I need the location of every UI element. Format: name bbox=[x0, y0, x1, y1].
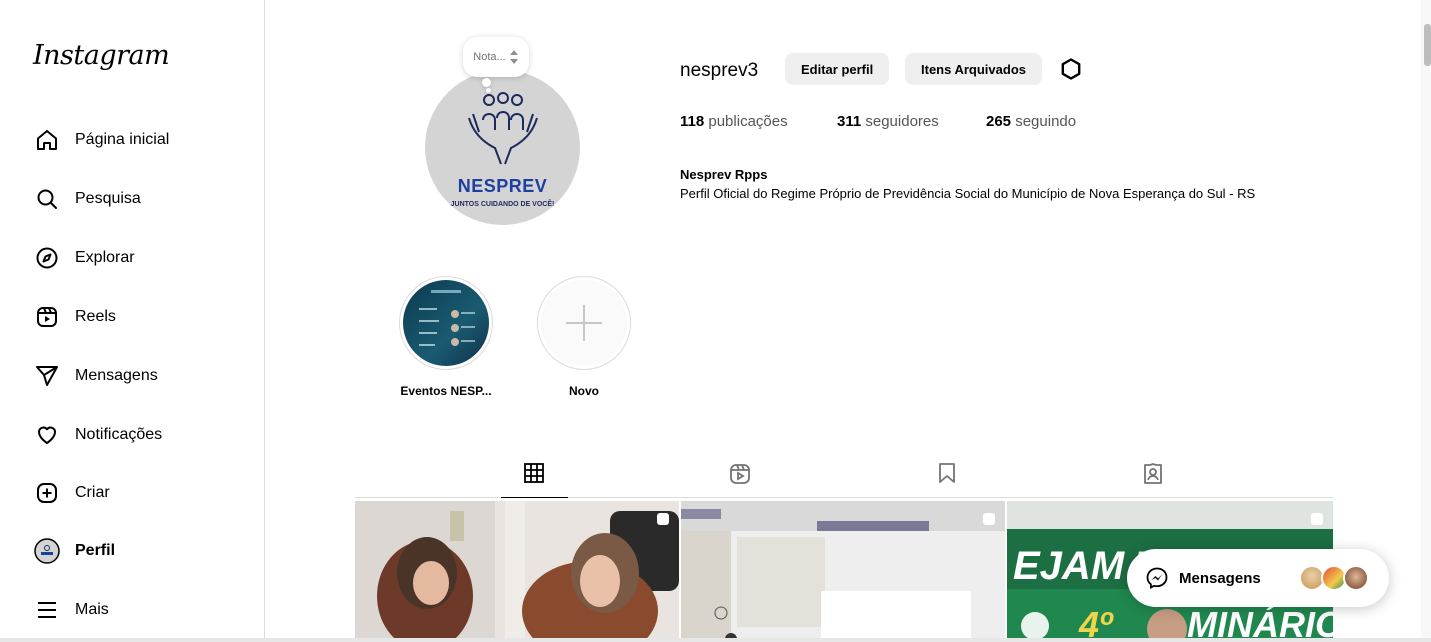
sidebar: Instagram Página inicial Pesquisa Explor… bbox=[0, 0, 265, 642]
sidebar-item-notifications[interactable]: Notificações bbox=[20, 411, 250, 459]
tab-active-indicator bbox=[501, 497, 568, 498]
heart-icon bbox=[32, 420, 62, 450]
highlight-ring bbox=[399, 276, 493, 370]
posts-label: publicações bbox=[708, 113, 788, 130]
bookmark-icon bbox=[939, 463, 955, 483]
messages-label: Mensagens bbox=[1179, 569, 1261, 587]
messages-floating-button[interactable]: Mensagens bbox=[1127, 549, 1389, 607]
page-scrollbar[interactable] bbox=[1421, 0, 1431, 642]
multiple-posts-icon bbox=[1311, 513, 1323, 525]
posts-count[interactable]: 118 publicações bbox=[680, 113, 788, 130]
multiple-posts-icon bbox=[657, 513, 669, 525]
sidebar-item-label: Pesquisa bbox=[75, 190, 141, 207]
avatar-brand-text: NESPREV bbox=[457, 176, 548, 196]
tab-saved[interactable] bbox=[914, 462, 980, 500]
message-avatars bbox=[1299, 565, 1371, 591]
highlight-new[interactable]: Novo bbox=[536, 276, 632, 398]
grid-icon bbox=[524, 463, 544, 483]
sidebar-item-label: Criar bbox=[75, 484, 110, 501]
highlight-cover bbox=[403, 280, 489, 366]
reels-icon bbox=[32, 302, 62, 332]
profile-avatar[interactable]: NESPREV JUNTOS CUIDANDO DE VOCÊ! bbox=[425, 70, 580, 225]
sidebar-item-label: Reels bbox=[75, 308, 116, 325]
tab-tagged[interactable] bbox=[1120, 462, 1186, 500]
following-label: seguindo bbox=[1015, 113, 1077, 130]
tagged-icon bbox=[1144, 463, 1162, 484]
note-placeholder: Nota... bbox=[473, 51, 506, 63]
note-bubble[interactable]: Nota... bbox=[463, 37, 529, 77]
tab-posts[interactable] bbox=[501, 462, 567, 500]
highlight-label: Eventos NESP... bbox=[400, 384, 492, 398]
search-icon bbox=[32, 184, 62, 214]
instagram-logo[interactable]: Instagram bbox=[33, 40, 170, 71]
highlight-eventos[interactable]: Eventos NESP... bbox=[398, 276, 494, 398]
highlight-ring bbox=[537, 276, 631, 370]
archived-items-button[interactable]: Itens Arquivados bbox=[905, 53, 1042, 85]
tab-reels[interactable] bbox=[707, 462, 773, 500]
following-number: 265 bbox=[986, 113, 1012, 130]
menu-icon bbox=[32, 595, 62, 625]
post-image bbox=[681, 501, 1005, 642]
note-tail-small bbox=[486, 88, 491, 93]
family-hands-icon bbox=[467, 92, 538, 165]
compass-icon bbox=[32, 243, 62, 273]
sidebar-item-label: Explorar bbox=[75, 249, 135, 266]
sidebar-item-label: Mensagens bbox=[75, 367, 158, 384]
multiple-posts-icon bbox=[983, 513, 995, 525]
edit-profile-button[interactable]: Editar perfil bbox=[785, 53, 890, 85]
sidebar-item-home[interactable]: Página inicial bbox=[20, 116, 250, 164]
note-tail bbox=[482, 78, 491, 87]
plus-icon bbox=[541, 280, 627, 366]
sidebar-item-messages[interactable]: Mensagens bbox=[20, 352, 250, 400]
sidebar-item-create[interactable]: Criar bbox=[20, 469, 250, 517]
sidebar-item-profile[interactable]: Perfil bbox=[20, 527, 250, 575]
home-icon bbox=[32, 125, 62, 155]
profile-full-name: Nesprev Rpps bbox=[680, 167, 768, 182]
scrollbar-thumb[interactable] bbox=[1424, 24, 1431, 66]
settings-gear-icon[interactable] bbox=[1058, 56, 1084, 82]
messenger-icon bbox=[1146, 567, 1168, 590]
following-count[interactable]: 265 seguindo bbox=[986, 113, 1076, 130]
post-thumbnail-2[interactable] bbox=[681, 501, 1005, 642]
avatar bbox=[1343, 565, 1369, 591]
bottom-edge bbox=[0, 638, 1431, 642]
highlight-label: Novo bbox=[569, 384, 599, 398]
avatar-tagline: JUNTOS CUIDANDO DE VOCÊ! bbox=[450, 201, 555, 208]
sidebar-item-label: Mais bbox=[75, 601, 109, 618]
sidebar-item-reels[interactable]: Reels bbox=[20, 293, 250, 341]
sidebar-item-label: Página inicial bbox=[75, 131, 170, 148]
sidebar-item-explore[interactable]: Explorar bbox=[20, 234, 250, 282]
followers-number: 311 bbox=[837, 113, 862, 130]
sidebar-item-search[interactable]: Pesquisa bbox=[20, 175, 250, 223]
followers-label: seguidores bbox=[865, 113, 939, 130]
sort-arrows-icon bbox=[509, 50, 518, 64]
paper-plane-icon bbox=[32, 361, 62, 391]
sidebar-item-more[interactable]: Mais bbox=[20, 586, 250, 634]
sidebar-item-label: Notificações bbox=[75, 426, 163, 443]
post-overlay-text-2: 4º bbox=[1078, 604, 1114, 642]
followers-count[interactable]: 311 seguidores bbox=[837, 113, 939, 130]
profile-bio: Perfil Oficial do Regime Próprio de Prev… bbox=[680, 186, 1256, 201]
post-image bbox=[355, 501, 679, 642]
post-overlay-text-3: MINÁRIO NAC bbox=[1187, 604, 1333, 642]
posts-number: 118 bbox=[680, 113, 705, 130]
plus-square-icon bbox=[32, 478, 62, 508]
profile-username: nesprev3 bbox=[680, 60, 759, 81]
reels-tab-icon bbox=[730, 464, 750, 484]
sidebar-item-label: Perfil bbox=[75, 542, 116, 559]
avatar-icon bbox=[32, 536, 62, 566]
post-thumbnail-1[interactable] bbox=[355, 501, 679, 642]
